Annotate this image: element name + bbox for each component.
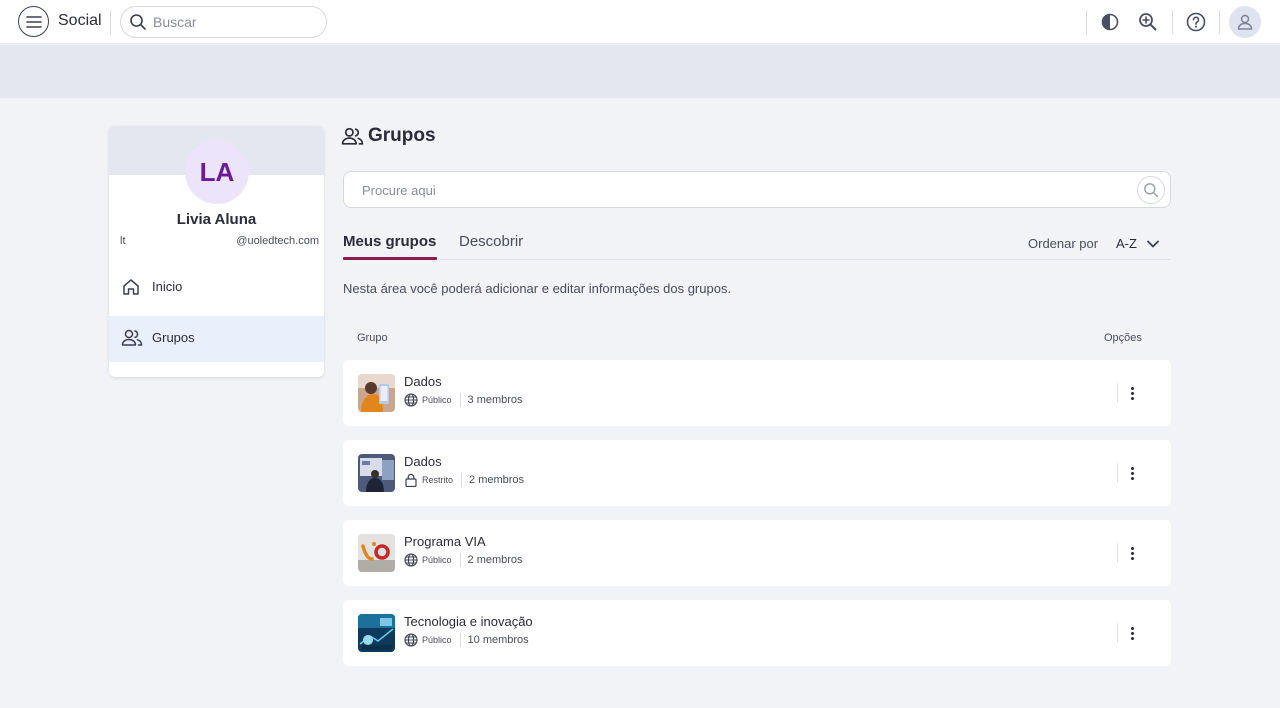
divider	[1117, 463, 1118, 483]
profile-handle: lt	[120, 235, 126, 247]
home-icon	[123, 279, 139, 295]
divider	[459, 393, 461, 407]
group-privacy: Público	[422, 555, 452, 565]
divider	[461, 473, 463, 487]
menu-button[interactable]	[18, 6, 49, 37]
sidebar-item-inicio[interactable]: Inicio	[109, 265, 324, 311]
zoom-button[interactable]	[1136, 10, 1160, 34]
divider	[1219, 10, 1220, 34]
divider	[110, 10, 111, 34]
group-row[interactable]: Dados Público 3 membros	[343, 360, 1171, 426]
group-members: 10 membros	[467, 634, 529, 646]
group-meta: Público 10 membros	[404, 633, 529, 647]
profile-card: LA Livia Aluna lt @uoledtech.com Inicio …	[109, 126, 324, 377]
help-icon	[1186, 12, 1206, 32]
divider	[1086, 10, 1087, 34]
active-tab-indicator	[343, 257, 437, 260]
group-name: Programa VIA	[404, 534, 486, 549]
group-name: Tecnologia e inovação	[404, 614, 533, 629]
user-icon	[1237, 14, 1253, 30]
group-meta: Público 3 membros	[404, 393, 523, 407]
column-header-options: Opções	[1104, 332, 1142, 344]
group-meta: Público 2 membros	[404, 553, 523, 567]
group-privacy: Público	[422, 635, 452, 645]
search-icon	[1144, 183, 1159, 198]
more-options-button[interactable]	[1126, 622, 1138, 644]
group-members: 2 membros	[467, 554, 523, 566]
divider	[1117, 623, 1118, 643]
group-privacy: Restrito	[422, 475, 454, 485]
contrast-icon	[1101, 13, 1119, 31]
lock-icon	[405, 473, 417, 487]
group-thumbnail	[358, 534, 395, 572]
globe-icon	[404, 633, 418, 647]
top-bar: Social	[0, 0, 1280, 44]
top-search-input[interactable]	[153, 13, 318, 31]
profile-email: @uoledtech.com	[236, 235, 319, 247]
divider	[1172, 10, 1173, 34]
column-header-group: Grupo	[357, 332, 388, 344]
group-thumbnail	[358, 614, 395, 652]
more-options-button[interactable]	[1126, 462, 1138, 484]
top-search-box[interactable]	[120, 6, 327, 38]
tab-descobrir[interactable]: Descobrir	[459, 233, 523, 250]
page-title-text: Grupos	[368, 125, 436, 146]
group-members: 2 membros	[469, 474, 525, 486]
group-row[interactable]: Tecnologia e inovação Público 10 membros	[343, 600, 1171, 666]
users-icon	[121, 329, 143, 346]
divider	[1117, 543, 1118, 563]
more-options-button[interactable]	[1126, 382, 1138, 404]
group-thumbnail	[358, 454, 395, 492]
menu-icon	[25, 15, 42, 28]
sort-dropdown[interactable]: A-Z	[1116, 236, 1137, 251]
group-search-box[interactable]	[343, 171, 1171, 208]
group-search-button[interactable]	[1137, 176, 1165, 204]
sort-label: Ordenar por	[1028, 236, 1099, 251]
more-options-button[interactable]	[1126, 542, 1138, 564]
divider	[459, 633, 461, 647]
user-avatar-button[interactable]	[1229, 6, 1261, 38]
zoom-icon	[1139, 13, 1157, 31]
page-banner	[0, 45, 1280, 98]
group-row[interactable]: Dados Restrito 2 membros	[343, 440, 1171, 506]
group-thumbnail	[358, 374, 395, 412]
divider	[459, 553, 461, 567]
sidebar-item-grupos[interactable]: Grupos	[109, 316, 324, 362]
profile-name: Livia Aluna	[176, 211, 257, 228]
help-button[interactable]	[1184, 10, 1208, 34]
tab-meus-grupos[interactable]: Meus grupos	[343, 233, 436, 250]
app-title: Social	[58, 12, 102, 29]
divider	[1117, 383, 1118, 403]
group-privacy: Público	[422, 395, 452, 405]
group-search-input[interactable]	[362, 181, 1122, 199]
users-icon	[341, 127, 364, 145]
group-name: Dados	[404, 454, 442, 469]
group-members: 3 membros	[467, 394, 523, 406]
search-icon	[130, 14, 146, 30]
sidebar-item-label: Inicio	[152, 279, 183, 294]
contrast-button[interactable]	[1098, 10, 1122, 34]
tabs-divider	[343, 259, 1171, 260]
group-meta: Restrito 2 membros	[404, 473, 524, 487]
section-description: Nesta área você poderá adicionar e edita…	[343, 281, 732, 296]
avatar: LA	[185, 140, 249, 204]
globe-icon	[404, 393, 418, 407]
group-name: Dados	[404, 374, 442, 389]
group-row[interactable]: Programa VIA Público 2 membros	[343, 520, 1171, 586]
chevron-down-icon[interactable]	[1145, 236, 1161, 252]
sidebar-item-label: Grupos	[152, 330, 195, 345]
globe-icon	[404, 553, 418, 567]
